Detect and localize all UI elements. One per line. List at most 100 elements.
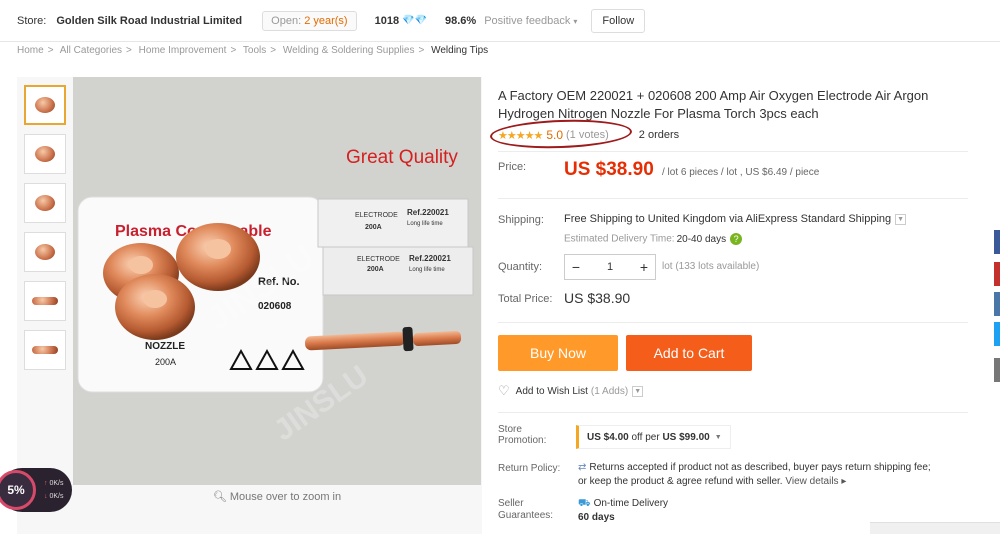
add-to-wish-list[interactable]: ♡ Add to Wish List (1 Adds) ▼ [498,383,644,399]
product-title: A Factory OEM 220021 + 020608 200 Amp Ai… [498,88,929,121]
chevron-down-icon: ▼ [895,213,907,225]
thumbnail-1[interactable] [24,85,66,125]
ref-220021-label-1: Ref.220021 [407,208,449,217]
zoom-hint: 🔍︎ Mouse over to zoom in [73,490,481,503]
quantity-input[interactable]: 1 [587,261,633,273]
divider [498,198,968,199]
wish-adds: (1 Adds) [590,385,629,397]
lots-available: lot (133 lots available) [662,261,760,272]
long-life-label-1: Long life time [407,221,443,227]
guar-label-line2: Guarantees: [498,510,554,521]
ref-220021-label-2: Ref.220021 [409,254,451,263]
promo-discount: US $4.00 [587,431,629,443]
quantity-decrease-button[interactable]: − [565,259,587,275]
quantity-stepper: − 1 + [564,254,656,280]
shipping-value: Free Shipping to United Kingdom via AliE… [564,213,892,225]
twitter-share-icon[interactable] [994,322,1000,346]
breadcrumb-separator: > [230,45,237,56]
nozzle-text: NOZZLE [145,341,185,352]
heart-icon: ♡ [498,383,510,398]
breadcrumb-separator: > [270,45,277,56]
return-icon: ⇄ [578,462,587,473]
thumbnail-5[interactable] [24,281,66,321]
positive-feedback-dropdown[interactable]: Positive feedback ▾ [484,15,577,27]
store-promotion-label: Store Promotion: [498,424,546,446]
promo-label-line1: Store [498,424,522,435]
network-speed-widget[interactable]: 5% ↑ 0K/s ↓ 0K/s [0,468,72,512]
thumbnail-4[interactable] [24,232,66,272]
quantity-label: Quantity: [498,261,543,273]
download-rate-value: 0K/s [49,493,64,500]
store-name-link[interactable]: Golden Silk Road Industrial Limited [56,15,242,27]
thumbnail-image [35,244,55,260]
edt-value: 20-40 days [676,233,727,245]
orders-count: 2 orders [638,129,680,141]
breadcrumb-home[interactable]: Home [17,45,44,56]
breadcrumb-all-categories[interactable]: All Categories [60,45,122,56]
total-price-value: US $38.90 [564,290,631,306]
pinterest-share-icon[interactable] [994,262,1000,286]
product-photo: Plasma Consumable Ref. No. 020608 NOZZLE… [73,77,481,485]
chevron-down-icon[interactable]: ▼ [632,385,644,397]
magnifier-icon: 🔍︎ [212,491,227,503]
shipping-label: Shipping: [498,214,544,226]
seller-guarantees-text: ⛟ On-time Delivery 60 days [578,497,668,525]
thumbnail-3[interactable] [24,183,66,223]
return-policy-text: ⇄ Returns accepted if product not as desc… [578,461,980,489]
divider [498,322,968,323]
help-icon[interactable]: ? [730,233,743,245]
store-bar: Store: Golden Silk Road Industrial Limit… [0,0,1000,42]
download-rate: ↓ 0K/s [44,493,63,500]
breadcrumb-welding-supplies[interactable]: Welding & Soldering Supplies [283,45,415,56]
upload-rate-value: 0K/s [49,480,64,487]
total-price-label: Total Price: [498,293,553,305]
divider [498,412,968,413]
quantity-increase-button[interactable]: + [633,259,655,275]
vk-share-icon[interactable] [994,292,1000,316]
guar-line1: On-time Delivery [593,498,669,509]
amps-text: 200A [155,357,176,367]
positive-feedback-label: Positive feedback [484,14,571,27]
electrode-label-2: ELECTRODE [357,256,400,263]
seller-guarantees-label: Seller Guarantees: [498,498,553,522]
chevron-down-icon: ▼ [714,433,722,441]
main-product-image[interactable]: Plasma Consumable Ref. No. 020608 NOZZLE… [73,77,481,485]
edt-label: Estimated Delivery Time: [564,233,675,245]
thumbnail-image [35,146,55,162]
thumbnail-6[interactable] [24,330,66,370]
breadcrumb-welding-tips[interactable]: Welding Tips [431,45,488,56]
breadcrumb-separator: > [47,45,54,56]
buy-now-button[interactable]: Buy Now [498,335,618,371]
store-label: Store: [17,14,47,27]
electrode-label-1: ELECTRODE [355,212,398,219]
thumbnail-image [35,97,55,113]
store-score: 1018 [374,14,400,27]
diamond-rank-icon: 💎💎 [402,15,427,26]
thumbnail-2[interactable] [24,134,66,174]
estimated-delivery: Estimated Delivery Time: 20-40 days? [564,233,743,245]
guar-label-line1: Seller [498,498,524,509]
chevron-down-icon: ▾ [573,16,578,26]
open-prefix: Open: [271,14,302,27]
speed-percent: 5% [0,470,36,510]
promo-label-line2: Promotion: [498,435,547,446]
promo-threshold: US $99.00 [662,431,710,443]
thumbnail-image [32,297,58,305]
arrow-down-icon: ↓ [44,493,48,500]
add-to-cart-button[interactable]: Add to Cart [626,335,752,371]
amps-label-2: 200A [367,266,384,273]
breadcrumb-separator: > [126,45,132,56]
view-details-link[interactable]: View details ▸ [785,476,846,487]
breadcrumb-tools[interactable]: Tools [243,45,266,56]
shipping-selector[interactable]: Free Shipping to United Kingdom via AliE… [564,213,907,225]
store-promotion-dropdown[interactable]: US $4.00 off per US $99.00 ▼ [576,425,731,449]
facebook-share-icon[interactable] [994,230,1000,254]
open-years: 2 year(s) [304,14,348,27]
promo-text: off per [631,431,660,443]
follow-button[interactable]: Follow [591,8,646,33]
breadcrumb-home-improvement[interactable]: Home Improvement [139,45,227,56]
more-share-icon[interactable] [994,358,1000,382]
thumbnail-image [35,195,55,211]
wish-label: Add to Wish List [515,385,588,397]
guar-line2: 60 days [578,512,615,523]
